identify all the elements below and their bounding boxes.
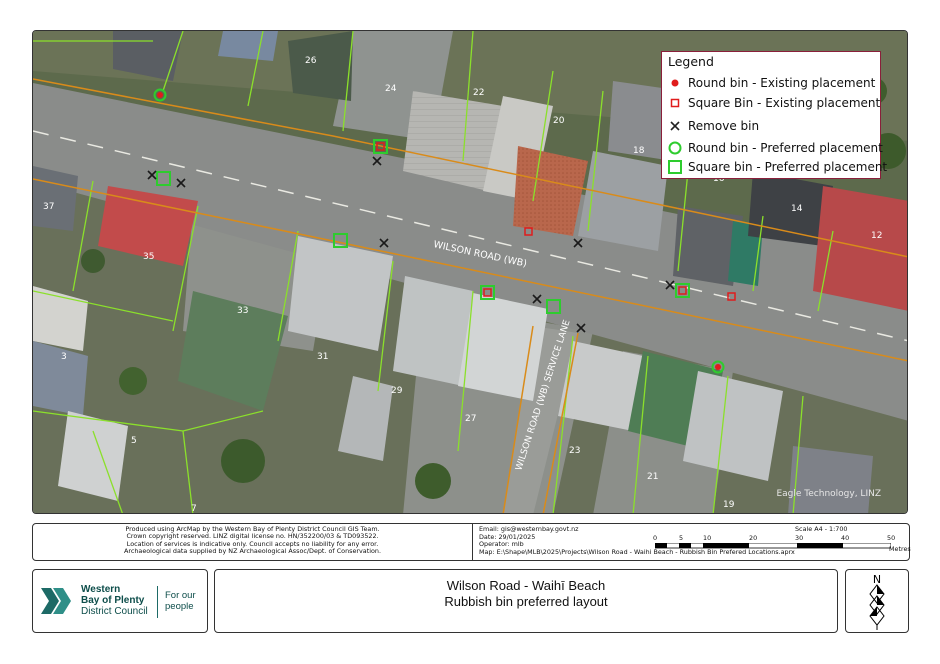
- parcel-number: 35: [143, 252, 154, 262]
- parcel-number: 29: [391, 386, 403, 396]
- legend-label: Square Bin - Existing placement: [688, 96, 881, 110]
- tagline-line: people: [165, 601, 194, 612]
- map-legend: Legend Round bin - Existing placement Sq…: [661, 51, 887, 179]
- scale-label: Scale A4 - 1:700: [795, 525, 848, 533]
- logo-divider: [157, 586, 158, 618]
- round-bin-existing-marker: [715, 364, 721, 370]
- north-arrow-box: N: [845, 569, 909, 633]
- council-name-line: District Council: [81, 606, 148, 617]
- council-name-line: Bay of Plenty: [81, 595, 145, 606]
- map-title: Wilson Road - Waihī Beach: [446, 578, 606, 593]
- parcel-number: 3: [61, 352, 67, 362]
- parcel-number: 33: [237, 306, 248, 316]
- parcel-number: 14: [791, 204, 803, 214]
- map-title-box: Wilson Road - Waihī Beach Rubbish bin pr…: [214, 569, 838, 633]
- legend-item-remove: Remove bin: [662, 117, 759, 135]
- parcel-number: 23: [569, 446, 580, 456]
- map-copyright: Eagle Technology, LINZ: [776, 489, 881, 499]
- disclaimer: Produced using ArcMap by the Western Bay…: [33, 524, 473, 560]
- legend-label: Round bin - Preferred placement: [688, 141, 883, 155]
- scale-tick: 5: [679, 534, 684, 542]
- parcel-number: 22: [473, 88, 484, 98]
- parcel-number: 7: [191, 504, 197, 514]
- parcel-number: 26: [305, 56, 317, 66]
- remove-bin-icon: [670, 121, 680, 131]
- parcel-number: 27: [465, 414, 476, 424]
- parcel-number: 31: [317, 352, 328, 362]
- north-label: N: [873, 573, 881, 586]
- scale-ticks: 0 5 10 20 30 40 50: [645, 534, 907, 542]
- scale-bar-graphic: [655, 543, 891, 549]
- parcel-number: 37: [43, 202, 54, 212]
- legend-label: Square bin - Preferred placement: [688, 160, 888, 174]
- info-strip: Produced using ArcMap by the Western Bay…: [32, 523, 911, 561]
- parcel-number: 20: [553, 116, 565, 126]
- scale-tick: 30: [795, 534, 804, 542]
- legend-item-square-preferred: Square bin - Preferred placement: [662, 158, 887, 176]
- parcel-number: 12: [871, 231, 882, 241]
- legend-label: Round bin - Existing placement: [688, 76, 876, 90]
- disclaimer-line: Archaeological data supplied by NZ Archa…: [124, 547, 381, 556]
- scale-bar: Scale A4 - 1:700 0 5 10 20 30 40 50 Metr…: [645, 524, 911, 560]
- scale-tick: 50: [887, 534, 896, 542]
- scale-tick: 0: [653, 534, 658, 542]
- square-bin-existing-icon: [670, 98, 680, 108]
- north-arrow-icon: N: [869, 573, 885, 630]
- scale-tick: 40: [841, 534, 850, 542]
- scale-tick: 10: [703, 534, 712, 542]
- legend-item-square-existing: Square Bin - Existing placement: [662, 94, 880, 112]
- council-tagline: For our people: [165, 590, 196, 612]
- square-bin-preferred-icon: [668, 160, 682, 174]
- legend-item-round-preferred: Round bin - Preferred placement: [662, 139, 883, 157]
- parcel-number: 21: [647, 472, 658, 482]
- legend-label: Remove bin: [688, 119, 760, 133]
- round-bin-preferred-icon: [668, 141, 682, 155]
- tagline-line: For our: [165, 590, 196, 601]
- council-name: Western Bay of Plenty District Council: [81, 584, 148, 617]
- map-frame: WILSON ROAD (WB) WILSON ROAD (WB) SERVIC…: [32, 30, 908, 514]
- scale-unit: Metres: [889, 545, 911, 553]
- parcel-number: 18: [633, 146, 645, 156]
- legend-item-round-existing: Round bin - Existing placement: [662, 74, 875, 92]
- round-bin-existing-marker: [157, 92, 163, 98]
- parcel-number: 24: [385, 84, 397, 94]
- council-chevron-logo-icon: [41, 588, 71, 614]
- map-subtitle: Rubbish bin preferred layout: [444, 594, 608, 609]
- parcel-number: 19: [723, 500, 735, 510]
- scale-tick: 20: [749, 534, 758, 542]
- legend-title: Legend: [668, 54, 714, 69]
- parcel-number: 5: [131, 436, 137, 446]
- council-logo-box: Western Bay of Plenty District Council F…: [32, 569, 208, 633]
- round-bin-existing-icon: [671, 79, 679, 87]
- council-name-line: Western: [81, 584, 121, 595]
